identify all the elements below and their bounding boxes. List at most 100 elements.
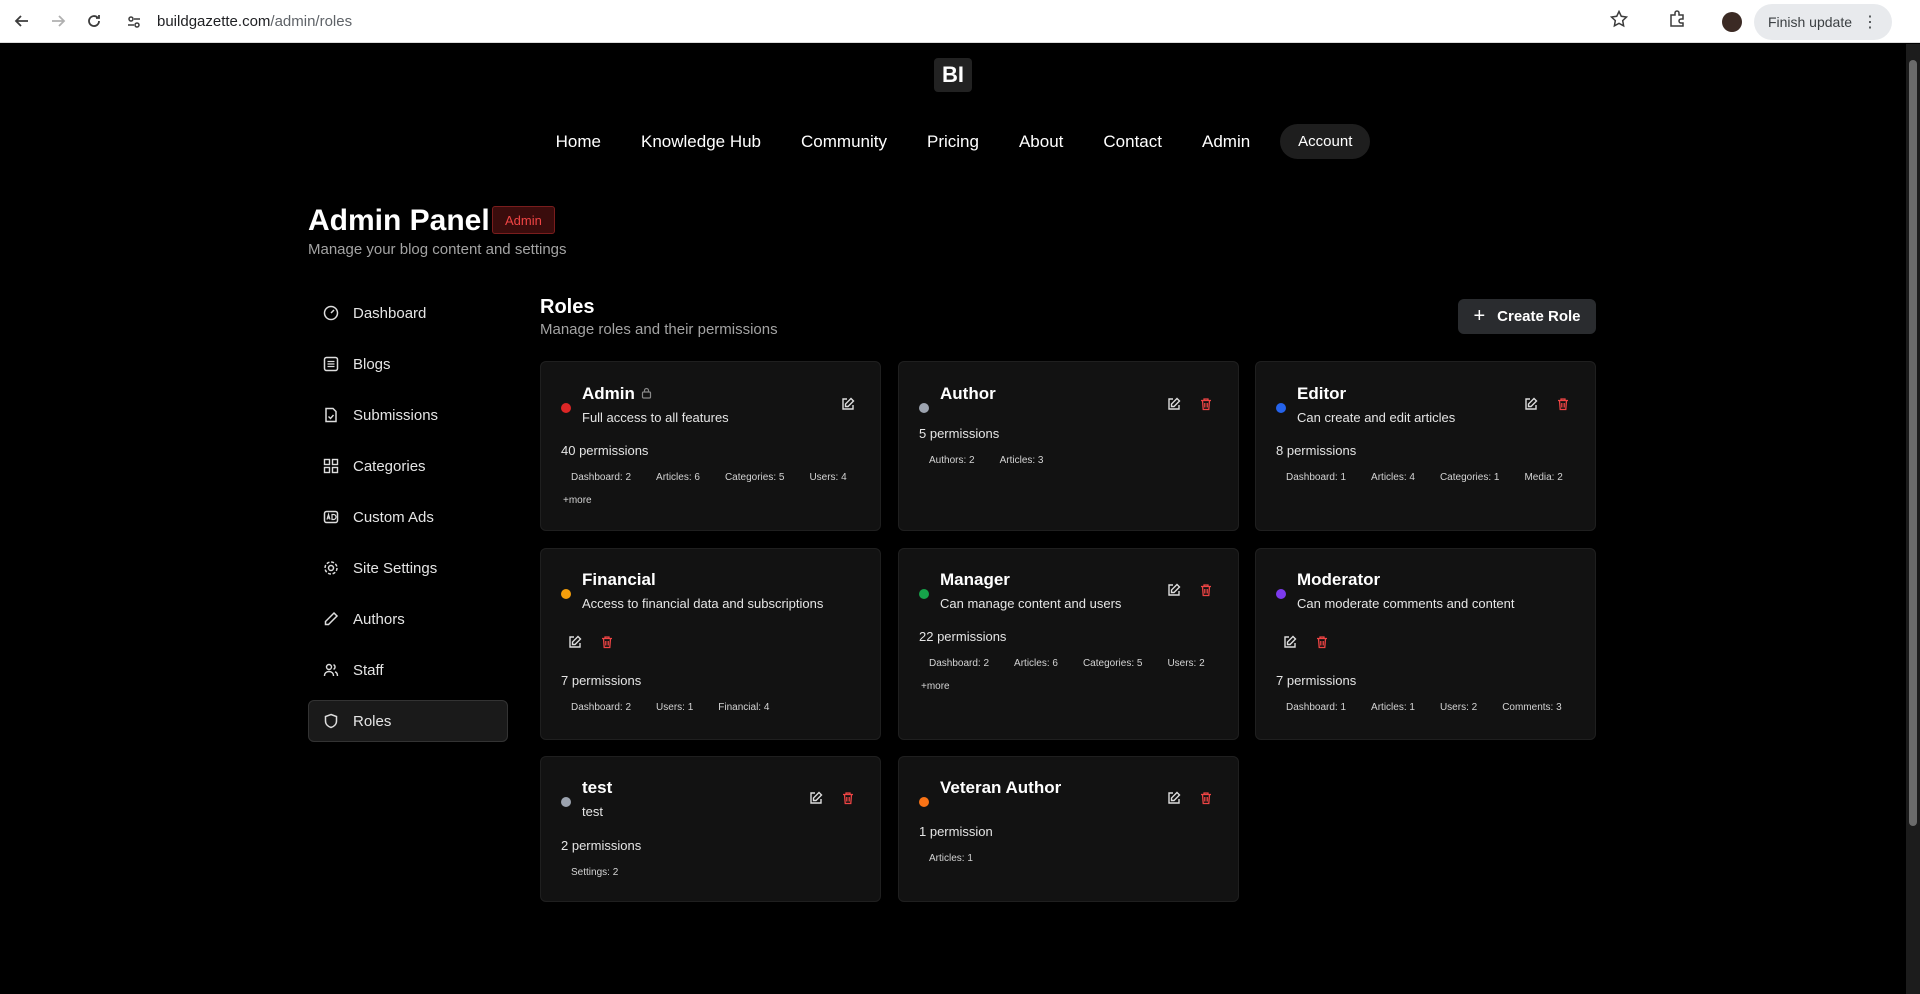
permission-tag: Articles: 6 [1014,658,1058,669]
permission-count: 7 permissions [561,673,642,688]
role-actions [826,394,858,414]
edit-icon[interactable] [1164,580,1184,600]
back-icon[interactable] [11,10,33,32]
role-color-dot [919,797,929,807]
permission-tag: Comments: 3 [1502,702,1562,713]
role-description: Access to financial data and subscriptio… [582,596,824,611]
permission-tag: Articles: 3 [999,455,1044,466]
trash-icon[interactable] [838,788,858,808]
edit-icon[interactable] [1521,394,1541,414]
trash-icon[interactable] [1312,632,1332,652]
pen-icon [323,611,339,627]
permission-tag: Users: 2 [1167,658,1205,669]
address-bar[interactable]: buildgazette.com/admin/roles [125,8,1665,35]
section-title: Roles [540,296,595,318]
nav-contact[interactable]: Contact [1103,132,1162,152]
dashboard-icon [323,305,339,321]
edit-icon[interactable] [1164,788,1184,808]
page-subtitle: Manage your blog content and settings [308,241,567,258]
profile-avatar[interactable] [1721,11,1742,32]
file-check-icon [323,407,339,423]
sidebar-item-custom-ads[interactable]: Custom Ads [308,496,508,538]
account-button[interactable]: Account [1280,124,1371,159]
role-card: Financial Access to financial data and su… [540,548,881,740]
sidebar-item-label: Site Settings [353,559,438,577]
role-color-dot [1276,589,1286,599]
role-card: Admin Full access to all features 40 permi… [540,361,881,531]
trash-icon[interactable] [1196,580,1216,600]
role-description: Can manage content and users [940,596,1122,611]
more-vertical-icon: ⋮ [1862,13,1878,31]
permission-tags: Settings: 2 [561,863,871,886]
reload-icon[interactable] [83,10,105,32]
role-card: Moderator Can moderate comments and conte… [1255,548,1596,740]
permission-tag: Authors: 2 [929,455,975,466]
permission-tag: Users: 2 [1439,702,1478,713]
role-description: Can moderate comments and content [1297,596,1515,611]
permission-tags: Dashboard: 1 Articles: 4 Categories: 1 Medi… [1276,468,1586,491]
more-permissions-link[interactable]: +more [561,491,594,510]
forward-icon[interactable] [47,10,69,32]
nav-pricing[interactable]: Pricing [927,132,979,152]
ad-icon [323,509,339,525]
edit-icon[interactable] [1280,632,1300,652]
role-card: Manager Can manage content and users 22 pe… [898,548,1239,740]
role-name: Moderator [1297,570,1381,589]
permission-tags: Authors: 2 Articles: 3 [919,451,1229,474]
sidebar-item-blogs[interactable]: Blogs [308,343,508,385]
main-nav: Home Knowledge Hub Community Pricing Abo… [0,124,1906,159]
role-card: Editor Can create and edit articles 8 perm… [1255,361,1596,531]
sidebar-item-label: Authors [353,610,405,628]
finish-update-button[interactable]: Finish update ⋮ [1753,3,1892,40]
trash-icon[interactable] [1196,394,1216,414]
permission-count: 2 permissions [561,838,642,853]
permission-tag: Categories: 5 [724,472,785,483]
section-subtitle: Manage roles and their permissions [540,321,778,338]
sidebar-item-dashboard[interactable]: Dashboard [308,292,508,334]
edit-icon[interactable] [1164,394,1184,414]
nav-about[interactable]: About [1019,132,1063,152]
nav-community[interactable]: Community [801,132,887,152]
more-permissions-link[interactable]: +more [919,677,952,696]
site-info-icon[interactable] [125,13,143,31]
permission-count: 8 permissions [1276,443,1357,458]
permission-count: 5 permissions [919,426,1000,441]
create-role-button[interactable]: + Create Role [1458,299,1596,334]
role-actions [1268,632,1332,652]
role-name: Admin [582,384,635,403]
site-logo[interactable]: BI [934,58,972,92]
sidebar-item-submissions[interactable]: Submissions [308,394,508,436]
url-path: /admin/roles [270,13,353,30]
role-description: test [582,804,603,819]
list-icon [323,356,339,372]
permission-tags: Dashboard: 2 Articles: 6 Categories: 5 User… [919,654,1229,696]
trash-icon[interactable] [1196,788,1216,808]
role-badge: Admin [492,206,555,234]
role-card: Author 5 permissions Authors: 2 Articles: 3 [898,361,1239,531]
nav-admin[interactable]: Admin [1202,132,1250,152]
shield-icon [323,713,339,729]
permission-tag: Dashboard: 1 [1286,472,1347,483]
sidebar-item-site-settings[interactable]: Site Settings [308,547,508,589]
bookmark-star-icon[interactable] [1609,9,1629,33]
role-actions [1152,580,1216,600]
permission-tags: Articles: 1 [919,849,1229,872]
permission-count: 7 permissions [1276,673,1357,688]
role-name: Editor [1297,384,1347,403]
trash-icon[interactable] [597,632,617,652]
sidebar-item-roles[interactable]: Roles [308,700,508,742]
nav-knowledge-hub[interactable]: Knowledge Hub [641,132,761,152]
permission-tag: Articles: 1 [929,853,973,864]
extensions-icon[interactable] [1668,10,1686,33]
edit-icon[interactable] [806,788,826,808]
trash-icon[interactable] [1553,394,1573,414]
edit-icon[interactable] [838,394,858,414]
nav-home[interactable]: Home [556,132,601,152]
sidebar-item-staff[interactable]: Staff [308,649,508,691]
edit-icon[interactable] [565,632,585,652]
sidebar-item-authors[interactable]: Authors [308,598,508,640]
sidebar-item-label: Blogs [353,355,391,373]
sidebar-item-categories[interactable]: Categories [308,445,508,487]
permission-tag: Articles: 1 [1371,702,1415,713]
scrollbar-thumb[interactable] [1909,60,1917,826]
